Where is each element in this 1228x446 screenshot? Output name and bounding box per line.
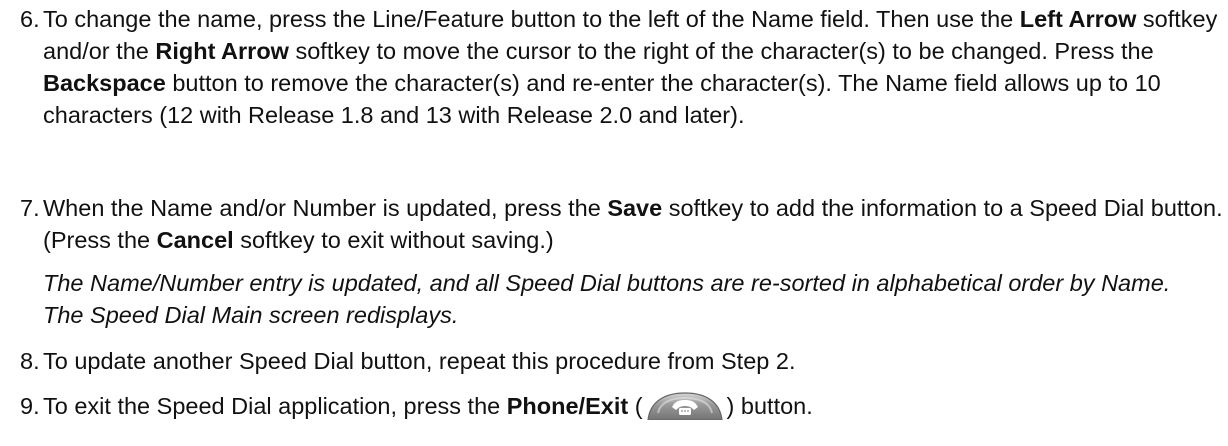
step-text: (: [628, 393, 643, 419]
backspace-button-label: Backspace: [43, 70, 166, 96]
step-number: 6.: [20, 6, 40, 32]
step-text: To exit the Speed Dial application, pres…: [43, 393, 507, 419]
cancel-softkey-label: Cancel: [156, 227, 234, 253]
step-number: 9.: [20, 393, 40, 419]
step-text: To change the name, press the Line/Featu…: [43, 6, 1020, 32]
phone-exit-icon: [644, 390, 726, 420]
step-6: 6. To change the name, press the Line/Fea…: [20, 3, 1228, 131]
right-arrow-softkey-label: Right Arrow: [155, 38, 289, 64]
step-7-result: The Name/Number entry is updated, and al…: [43, 270, 1171, 328]
phone-exit-button-label: Phone/Exit: [506, 393, 629, 419]
step-number: 7.: [20, 195, 40, 221]
step-text: When the Name and/or Number is updated, …: [43, 195, 608, 221]
step-number: 8.: [20, 348, 40, 374]
step-text: button to remove the character(s) and re…: [43, 70, 1161, 128]
step-text: softkey to move the cursor to the right …: [288, 38, 1154, 64]
save-softkey-label: Save: [607, 195, 663, 221]
document-page: 6. To change the name, press the Line/Fea…: [0, 0, 1228, 446]
step-9: 9. To exit the Speed Dial application, pr…: [20, 390, 1228, 422]
step-8: 8. To update another Speed Dial button, r…: [20, 345, 1228, 377]
step-text: ) button.: [726, 393, 813, 419]
step-text: softkey to exit without saving.): [233, 227, 554, 253]
step-7: 7. When the Name and/or Number is updated…: [20, 192, 1228, 256]
left-arrow-softkey-label: Left Arrow: [1019, 6, 1137, 32]
step-text: To update another Speed Dial button, rep…: [43, 348, 796, 374]
